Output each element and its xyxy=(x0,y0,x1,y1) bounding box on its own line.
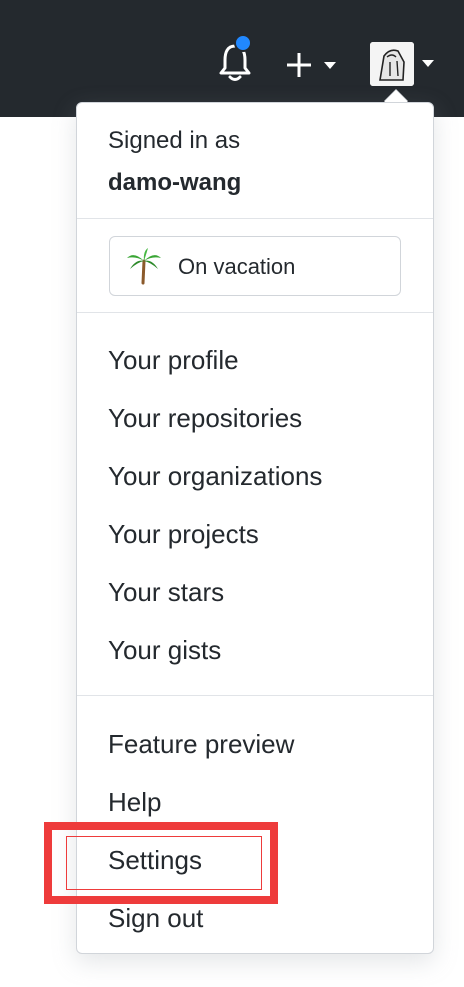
divider xyxy=(77,695,433,696)
menu-item-help[interactable]: Help xyxy=(108,786,161,818)
menu-item-settings[interactable]: Settings xyxy=(108,844,202,876)
username: damo-wang xyxy=(108,169,242,196)
signed-in-label: Signed in as xyxy=(108,127,241,154)
notification-indicator xyxy=(234,34,252,52)
set-status-button[interactable]: On vacation xyxy=(109,236,401,296)
menu-item-your-projects[interactable]: Your projects xyxy=(108,518,259,550)
menu-item-your-profile[interactable]: Your profile xyxy=(108,344,239,376)
chevron-down-icon xyxy=(324,62,336,69)
notifications-button[interactable] xyxy=(217,34,253,84)
menu-item-feature-preview[interactable]: Feature preview xyxy=(108,728,294,760)
menu-item-your-repositories[interactable]: Your repositories xyxy=(108,402,302,434)
menu-item-your-stars[interactable]: Your stars xyxy=(108,576,224,608)
user-avatar xyxy=(370,42,414,86)
menu-item-your-organizations[interactable]: Your organizations xyxy=(108,460,322,492)
palm-tree-icon xyxy=(127,248,161,285)
status-text: On vacation xyxy=(178,254,296,279)
dropdown-pointer xyxy=(384,90,408,102)
create-new-button[interactable] xyxy=(284,44,344,84)
menu-item-sign-out[interactable]: Sign out xyxy=(108,902,203,934)
user-menu-button[interactable] xyxy=(370,42,440,88)
divider xyxy=(77,312,433,313)
menu-item-your-gists[interactable]: Your gists xyxy=(108,634,221,666)
plus-icon xyxy=(287,53,311,77)
chevron-down-icon xyxy=(422,60,434,67)
divider xyxy=(77,218,433,219)
